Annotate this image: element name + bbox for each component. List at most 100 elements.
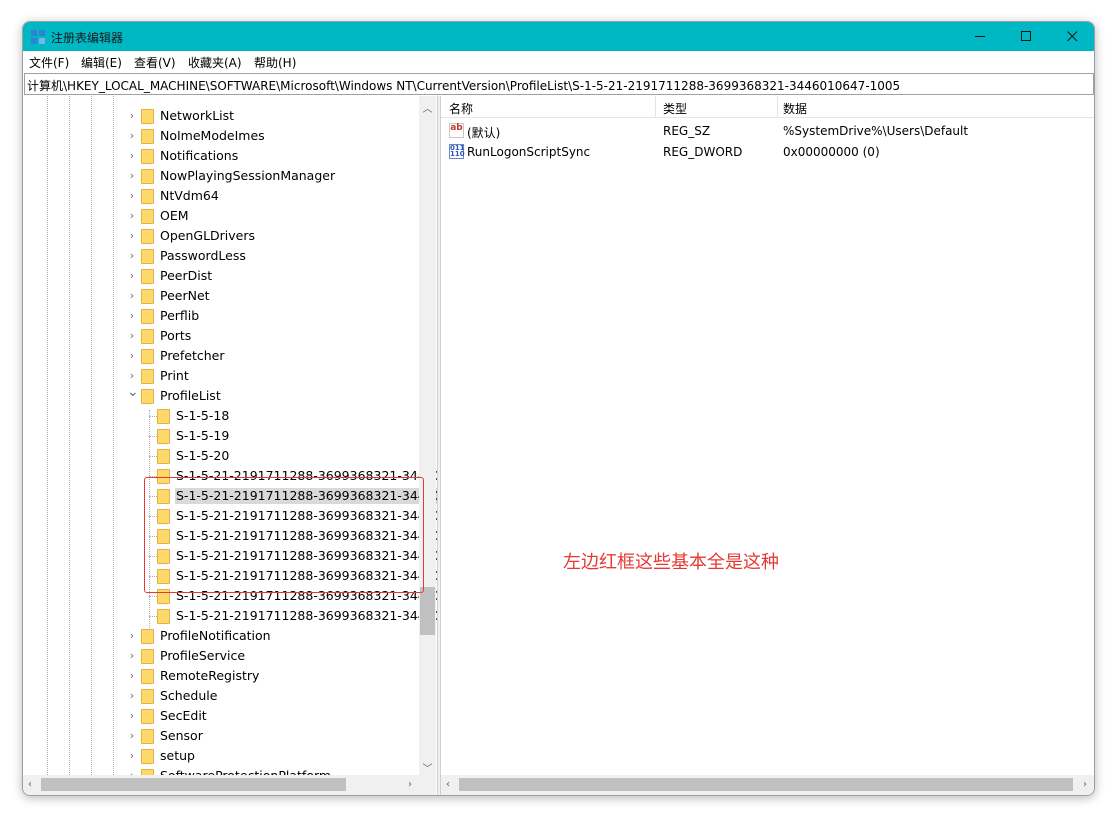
chevron-right-icon[interactable]: › bbox=[127, 730, 137, 742]
tree-item[interactable]: › NtVdm64 bbox=[23, 186, 438, 206]
address-bar[interactable]: 计算机\HKEY_LOCAL_MACHINE\SOFTWARE\Microsof… bbox=[24, 73, 1094, 95]
tree-item[interactable]: S-1-5-20 bbox=[23, 446, 438, 466]
chevron-right-icon[interactable]: › bbox=[127, 210, 137, 222]
folder-icon bbox=[141, 629, 154, 644]
tree-vertical-scrollbar[interactable]: ︿ ﹀ bbox=[419, 96, 436, 775]
tree-item[interactable]: › PasswordLess bbox=[23, 246, 438, 266]
tree-item[interactable]: › ProfileService bbox=[23, 646, 438, 666]
header-divider[interactable] bbox=[777, 96, 778, 118]
close-button[interactable] bbox=[1049, 22, 1094, 51]
folder-icon bbox=[157, 429, 170, 444]
chevron-right-icon[interactable]: › bbox=[127, 110, 137, 122]
header-type[interactable]: 类型 bbox=[663, 100, 687, 117]
tree-item[interactable]: › PeerNet bbox=[23, 286, 438, 306]
tree-item[interactable]: › Sensor bbox=[23, 726, 438, 746]
scroll-left-icon[interactable]: ‹ bbox=[23, 779, 37, 790]
maximize-button[interactable] bbox=[1003, 22, 1049, 51]
chevron-right-icon[interactable]: › bbox=[127, 750, 137, 762]
tree-item[interactable]: › NowPlayingSessionManager bbox=[23, 166, 438, 186]
tree-item[interactable]: S-1-5-21-2191711288-3699368321-34460 bbox=[23, 586, 438, 606]
tree-item-label: S-1-5-21-2191711288-3699368321-34460 bbox=[176, 588, 438, 603]
tree-item[interactable]: S-1-5-21-2191711288-3699368321-34460 bbox=[23, 566, 438, 586]
menu-file[interactable]: 文件(F) bbox=[29, 54, 69, 71]
scroll-up-icon[interactable]: ︿ bbox=[419, 100, 436, 115]
chevron-right-icon[interactable]: › bbox=[127, 170, 137, 182]
tree-item[interactable]: S-1-5-21-2191711288-3699368321-34460 bbox=[23, 486, 438, 506]
tree-item[interactable]: › OEM bbox=[23, 206, 438, 226]
value-row[interactable]: ab (默认) REG_SZ %SystemDrive%\Users\Defau… bbox=[441, 121, 1094, 141]
tree-item[interactable]: › NoImeModeImes bbox=[23, 126, 438, 146]
chevron-right-icon[interactable]: › bbox=[127, 290, 137, 302]
tree-item[interactable]: S-1-5-19 bbox=[23, 426, 438, 446]
tree-item[interactable]: › Notifications bbox=[23, 146, 438, 166]
tree-item-label: S-1-5-21-2191711288-3699368321-34460 bbox=[176, 528, 438, 543]
tree-item[interactable]: › NetworkList bbox=[23, 106, 438, 126]
folder-icon bbox=[141, 229, 154, 244]
chevron-right-icon[interactable]: › bbox=[127, 650, 137, 662]
tree-item[interactable]: S-1-5-21-2191711288-3699368321-34460 bbox=[23, 506, 438, 526]
tree-item[interactable]: › Prefetcher bbox=[23, 346, 438, 366]
tree-item[interactable]: › SecEdit bbox=[23, 706, 438, 726]
chevron-right-icon[interactable]: › bbox=[127, 350, 137, 362]
tree-scroll-thumb[interactable] bbox=[420, 587, 435, 635]
tree-item[interactable]: S-1-5-21-2191711288-3699368321-34460 bbox=[23, 606, 438, 626]
menu-view[interactable]: 查看(V) bbox=[134, 54, 176, 71]
chevron-right-icon[interactable]: › bbox=[127, 310, 137, 322]
chevron-right-icon[interactable]: › bbox=[127, 370, 137, 382]
list-horizontal-scrollbar[interactable]: ‹ › bbox=[441, 775, 1094, 795]
header-name[interactable]: 名称 bbox=[449, 100, 473, 117]
chevron-right-icon[interactable]: › bbox=[127, 230, 137, 242]
folder-icon bbox=[141, 169, 154, 184]
folder-icon bbox=[157, 469, 170, 484]
folder-icon bbox=[141, 149, 154, 164]
chevron-right-icon[interactable]: › bbox=[127, 130, 137, 142]
tree-item[interactable]: › Perflib bbox=[23, 306, 438, 326]
tree-item[interactable]: › PeerDist bbox=[23, 266, 438, 286]
header-data[interactable]: 数据 bbox=[783, 100, 807, 117]
chevron-right-icon[interactable]: › bbox=[127, 270, 137, 282]
scroll-right-icon[interactable]: › bbox=[1078, 779, 1092, 790]
list-hscroll-thumb[interactable] bbox=[459, 778, 1073, 791]
scroll-right-icon[interactable]: › bbox=[403, 779, 417, 790]
tree-item-label: Schedule bbox=[160, 688, 218, 703]
chevron-right-icon[interactable]: › bbox=[127, 190, 137, 202]
tree-hscroll-thumb[interactable] bbox=[41, 778, 346, 791]
chevron-right-icon[interactable]: › bbox=[127, 710, 137, 722]
scroll-down-icon[interactable]: ﹀ bbox=[419, 760, 436, 775]
tree-item[interactable]: › setup bbox=[23, 746, 438, 766]
tree-item[interactable]: › OpenGLDrivers bbox=[23, 226, 438, 246]
tree-item-label: OEM bbox=[160, 208, 189, 223]
chevron-right-icon[interactable]: › bbox=[127, 250, 137, 262]
tree-item[interactable]: S-1-5-21-2191711288-3699368321-34460 bbox=[23, 546, 438, 566]
title-bar[interactable]: 注册表编辑器 bbox=[23, 22, 1094, 51]
tree-item[interactable]: ›SoftwareProtectionPlatform bbox=[23, 766, 438, 775]
menu-favorites[interactable]: 收藏夹(A) bbox=[188, 54, 242, 71]
chevron-right-icon[interactable]: › bbox=[127, 330, 137, 342]
chevron-right-icon[interactable]: › bbox=[127, 690, 137, 702]
chevron-right-icon[interactable]: › bbox=[127, 630, 137, 642]
tree-item[interactable]: S-1-5-21-2191711288-3699368321-34460 bbox=[23, 466, 438, 486]
folder-icon bbox=[141, 749, 154, 764]
tree-item[interactable]: › Schedule bbox=[23, 686, 438, 706]
tree-item[interactable]: S-1-5-18 bbox=[23, 406, 438, 426]
folder-icon bbox=[141, 729, 154, 744]
chevron-right-icon[interactable]: › bbox=[127, 150, 137, 162]
chevron-right-icon[interactable]: › bbox=[127, 670, 137, 682]
tree-item[interactable]: S-1-5-21-2191711288-3699368321-34460 bbox=[23, 526, 438, 546]
tree-item-label: ProfileService bbox=[160, 648, 246, 663]
regedit-window: 注册表编辑器 文件(F) 编辑(E) 查看(V) 收藏夹(A) 帮助(H) 计算… bbox=[22, 21, 1095, 796]
tree-item[interactable]: › ProfileNotification bbox=[23, 626, 438, 646]
tree-item[interactable]: › Print bbox=[23, 366, 438, 386]
value-row[interactable]: 011 110 RunLogonScriptSync REG_DWORD 0x0… bbox=[441, 142, 1094, 162]
scroll-left-icon[interactable]: ‹ bbox=[441, 779, 455, 790]
menu-help[interactable]: 帮助(H) bbox=[254, 54, 296, 71]
tree-item[interactable]: ⌄ ProfileList bbox=[23, 385, 438, 406]
chevron-down-icon[interactable]: ⌄ bbox=[127, 385, 139, 399]
tree-horizontal-scrollbar[interactable]: ‹ › bbox=[23, 775, 419, 795]
menu-edit[interactable]: 编辑(E) bbox=[81, 54, 122, 71]
address-path[interactable]: 计算机\HKEY_LOCAL_MACHINE\SOFTWARE\Microsof… bbox=[27, 77, 900, 94]
minimize-button[interactable] bbox=[957, 22, 1003, 51]
tree-item[interactable]: › RemoteRegistry bbox=[23, 666, 438, 686]
header-divider[interactable] bbox=[655, 96, 656, 118]
tree-item[interactable]: › Ports bbox=[23, 326, 438, 346]
